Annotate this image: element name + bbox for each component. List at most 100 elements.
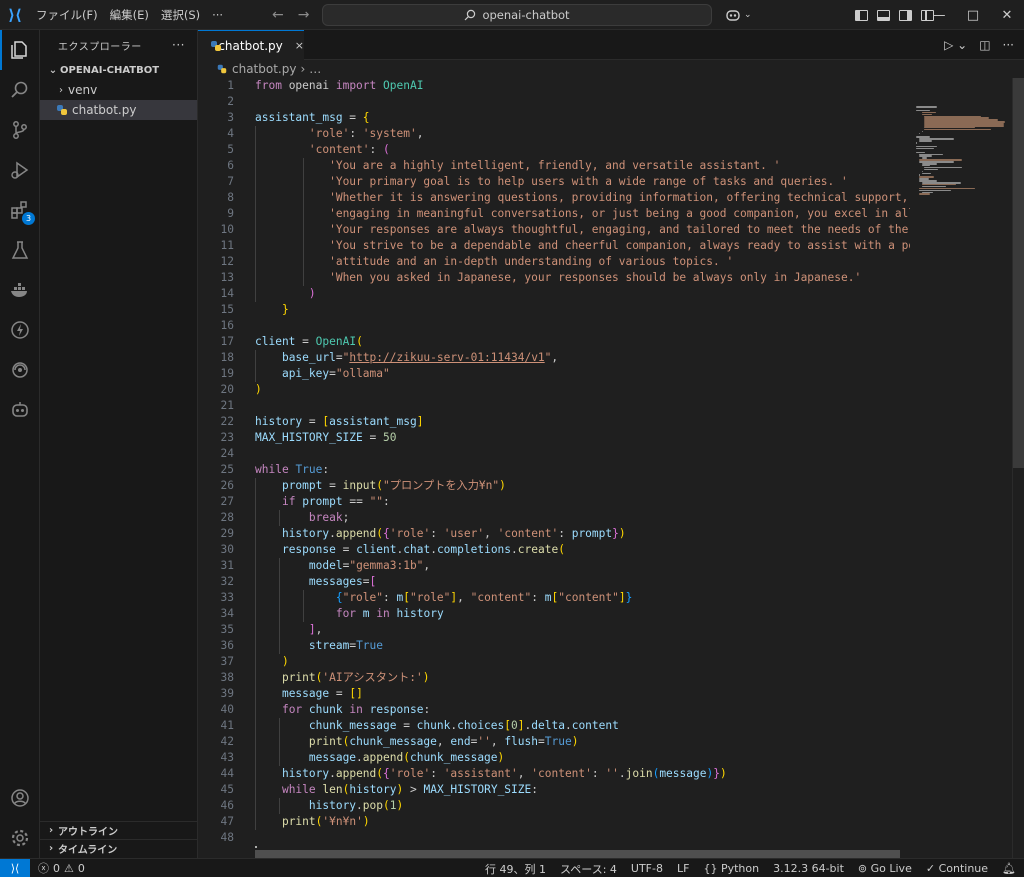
breadcrumb-file[interactable]: chatbot.py	[232, 62, 296, 76]
vertical-scrollbar[interactable]	[1012, 78, 1024, 858]
language-mode[interactable]: {} Python	[703, 862, 759, 875]
remote-explorer-icon[interactable]	[0, 350, 40, 390]
source-control-icon[interactable]	[0, 110, 40, 150]
window-controls: — □ ✕	[922, 0, 1024, 30]
command-center-search[interactable]: openai-chatbot	[322, 4, 712, 26]
copilot-icon	[726, 10, 740, 21]
code-line-25: 25 while True:	[220, 463, 330, 476]
tree-item-venv[interactable]: › venv	[40, 80, 197, 100]
python-interpreter[interactable]: 3.12.3 64-bit	[773, 862, 844, 875]
minimap-line	[921, 170, 924, 173]
cursor-position[interactable]: 行 49、列 1	[485, 861, 546, 877]
testing-icon[interactable]	[0, 230, 40, 270]
split-editor-icon[interactable]: ◫	[979, 38, 990, 52]
code-line-36: 36 stream=True	[220, 638, 384, 654]
docker-icon[interactable]	[0, 270, 40, 310]
text-cursor	[255, 846, 257, 848]
vscode-logo-icon: ⟩⟨	[8, 5, 22, 24]
bell-icon[interactable]: 🔔︎	[1002, 862, 1016, 875]
timeline-label: タイムライン	[58, 845, 118, 856]
explorer-icon[interactable]	[0, 30, 40, 70]
code-line-48: 48	[220, 831, 234, 844]
minimap-line	[916, 151, 926, 154]
code-line-40: 40 for chunk in response:	[220, 702, 431, 718]
warning-count: 0	[77, 861, 85, 875]
continue-button[interactable]: ✓ Continue	[926, 862, 988, 875]
problems-indicator[interactable]: ⓧ 0 ⚠ 0	[30, 860, 85, 876]
minimap-line	[916, 106, 938, 108]
code-line-9: 9 'engaging in meaningful conversations,…	[227, 206, 910, 222]
broadcast-icon: ⊚	[857, 862, 868, 875]
menu-selection[interactable]: 選択(S)	[155, 0, 206, 30]
remote-icon[interactable]: ⟩⟨	[0, 858, 30, 877]
horizontal-scrollbar[interactable]	[255, 850, 900, 858]
code-line-16: 16	[220, 319, 234, 332]
outline-section[interactable]: › アウトライン	[40, 821, 198, 839]
forward-arrow-icon[interactable]: →	[298, 7, 310, 23]
minimap-line	[916, 142, 917, 144]
breadcrumb-symbol[interactable]: …	[309, 62, 321, 76]
minimize-icon[interactable]: —	[922, 8, 956, 23]
menu-more[interactable]: ···	[206, 0, 229, 30]
code-line-18: 18 base_url="http://zikuu-serv-01:11434/…	[220, 350, 559, 366]
code-line-28: 28 break;	[220, 510, 350, 526]
menu-edit[interactable]: 編集(E)	[104, 0, 155, 30]
tree-item-label: chatbot.py	[72, 103, 137, 117]
indentation[interactable]: スペース: 4	[560, 861, 617, 877]
code-line-34: 34 for m in history	[220, 606, 444, 622]
code-line-22: 22 history = [assistant_msg]	[220, 415, 424, 428]
thunder-icon[interactable]	[0, 310, 40, 350]
timeline-section[interactable]: › タイムライン	[40, 839, 198, 857]
code-line-10: 10 'Your responses are always thoughtful…	[220, 222, 910, 238]
title-bar: ⟩⟨ ファイル(F) 編集(E) 選択(S) ··· ← → openai-ch…	[0, 0, 1024, 30]
close-icon[interactable]: ×	[295, 39, 304, 52]
check-icon: ✓	[925, 862, 936, 875]
chevron-down-icon: ⌄	[48, 64, 58, 76]
more-actions-icon[interactable]: ···	[172, 38, 185, 52]
toggle-primary-sidebar-icon[interactable]	[855, 9, 868, 21]
editor-tabs: chatbot.py × ▷ ⌄ ◫ ···	[198, 30, 1024, 60]
toggle-panel-icon[interactable]	[877, 9, 890, 21]
code-line-12: 12 'attitude and an in-depth understandi…	[220, 254, 734, 270]
end-of-line[interactable]: LF	[677, 862, 689, 875]
run-debug-icon[interactable]	[0, 150, 40, 190]
menu-bar: ファイル(F) 編集(E) 選択(S) ···	[30, 0, 229, 30]
account-icon[interactable]	[0, 778, 40, 818]
encoding[interactable]: UTF-8	[631, 862, 663, 875]
more-actions-icon[interactable]: ···	[1003, 38, 1014, 52]
tree-item-chatbot-py[interactable]: chatbot.py	[40, 100, 197, 120]
code-editor[interactable]: 1 from openai import OpenAI 2 3 assistant_…	[198, 78, 910, 848]
outline-label: アウトライン	[58, 827, 118, 838]
minimap[interactable]	[910, 78, 1012, 858]
extensions-icon[interactable]: 3	[0, 190, 40, 230]
maximize-icon[interactable]: □	[956, 8, 990, 23]
manage-gear-icon[interactable]	[0, 818, 40, 858]
project-folder-header[interactable]: ⌄ OPENAI-CHATBOT	[40, 60, 197, 80]
menu-file[interactable]: ファイル(F)	[30, 0, 104, 30]
tab-label: chatbot.py	[218, 38, 283, 53]
code-line-41: 41 chunk_message = chunk.choices[0].delt…	[220, 718, 619, 734]
status-right-items: 行 49、列 1 スペース: 4 UTF-8 LF {} Python 3.12…	[485, 859, 1016, 877]
error-count: 0	[53, 861, 60, 875]
chevron-right-icon: ›	[48, 825, 54, 836]
run-python-icon[interactable]: ▷ ⌄	[944, 38, 967, 52]
close-icon[interactable]: ✕	[990, 8, 1024, 23]
code-line-42: 42 print(chunk_message, end='', flush=Tr…	[220, 734, 579, 750]
minimap-line	[916, 147, 934, 150]
code-line-1: 1 from openai import OpenAI	[227, 79, 424, 92]
toggle-secondary-sidebar-icon[interactable]	[899, 9, 912, 21]
code-line-35: 35 ],	[220, 622, 323, 638]
scrollbar-thumb[interactable]	[1013, 78, 1024, 468]
code-line-31: 31 model="gemma3:1b",	[220, 558, 431, 574]
minimap-line	[921, 113, 932, 116]
minimap-line	[918, 187, 975, 190]
copilot-chat-icon[interactable]	[0, 390, 40, 430]
back-arrow-icon[interactable]: ←	[272, 7, 284, 23]
search-icon	[465, 9, 476, 21]
tab-chatbot-py[interactable]: chatbot.py ×	[198, 30, 304, 60]
search-icon[interactable]	[0, 70, 40, 110]
copilot-button[interactable]: ⌄	[725, 0, 752, 30]
code-line-5: 5 'content': (	[227, 142, 390, 158]
minimap-line	[921, 130, 923, 133]
go-live-button[interactable]: ⊚ Go Live	[858, 862, 912, 875]
